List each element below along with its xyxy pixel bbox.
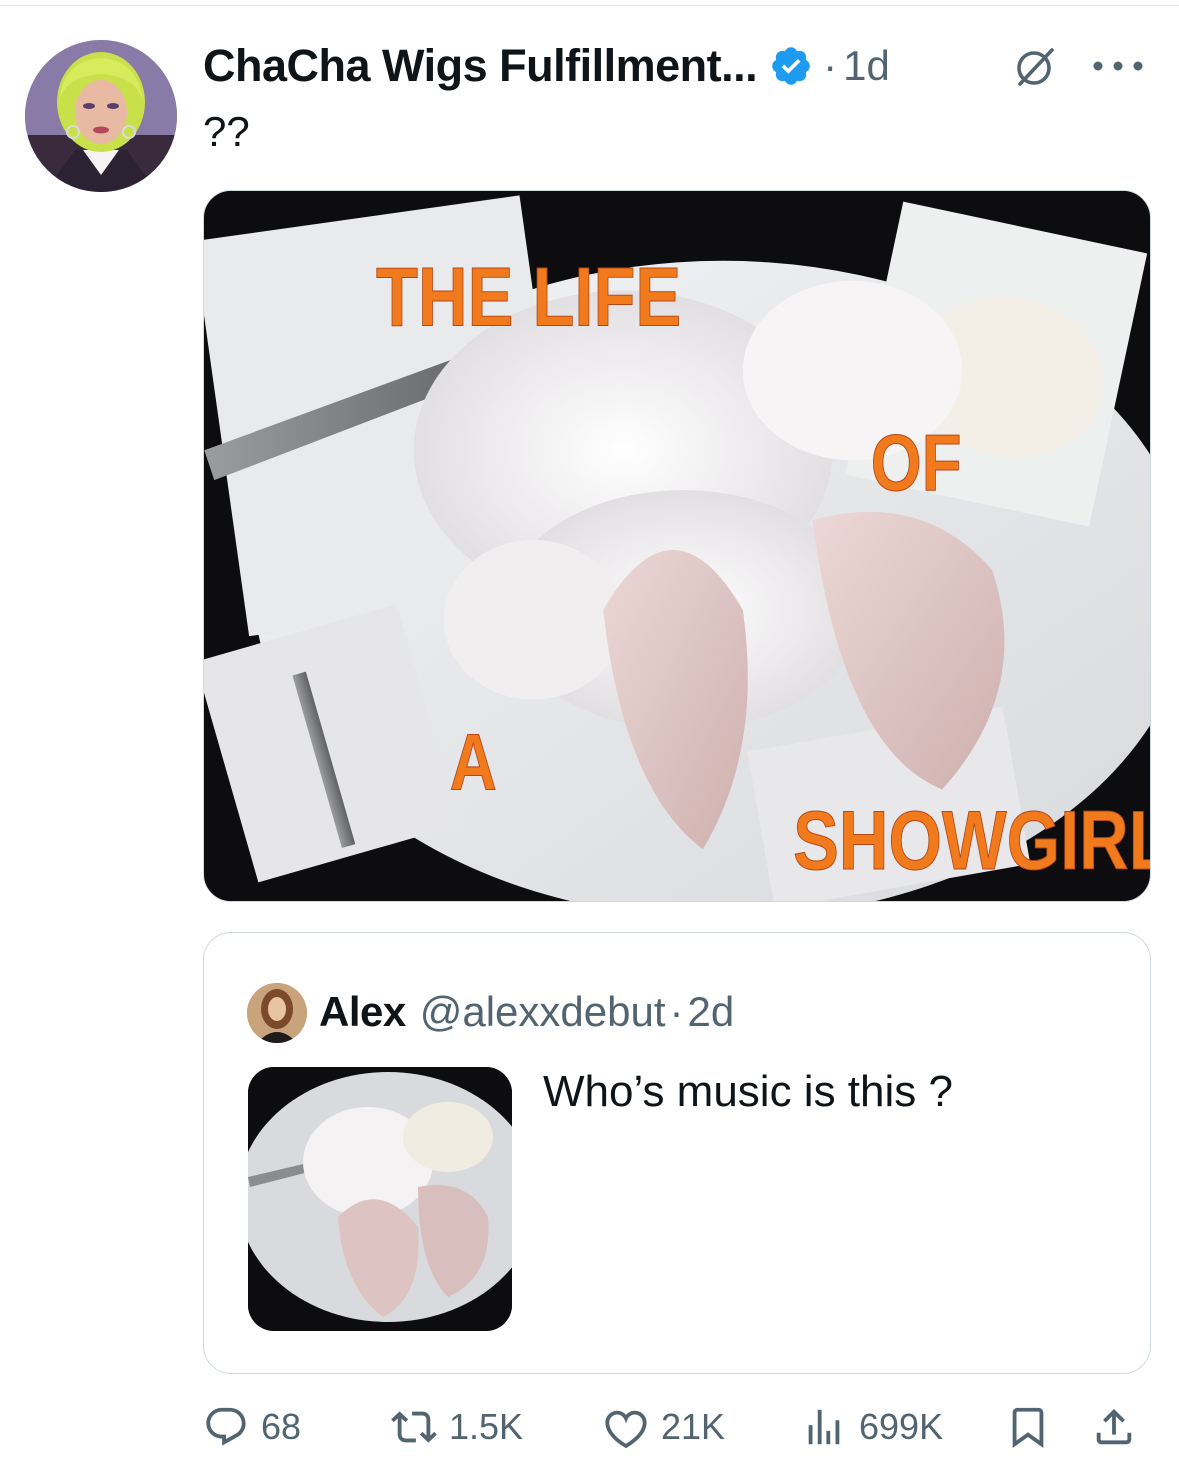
repost-icon bbox=[391, 1411, 437, 1443]
bookmark-icon bbox=[1012, 1407, 1044, 1448]
quoted-author-avatar[interactable] bbox=[247, 983, 307, 1043]
bookmark-button[interactable] bbox=[1005, 1396, 1051, 1458]
post-text: ?? bbox=[203, 108, 250, 155]
quoted-author-name[interactable]: Alex bbox=[319, 988, 406, 1036]
quoted-post-card[interactable]: Alex @alexxdebut · 2d Who’s music is thi… bbox=[203, 932, 1151, 1374]
top-divider bbox=[0, 5, 1179, 6]
like-icon bbox=[605, 1410, 647, 1449]
post-timestamp[interactable]: 1d bbox=[843, 42, 890, 90]
overlay-text-a: A bbox=[450, 718, 497, 807]
quoted-media-thumbnail[interactable] bbox=[248, 1067, 512, 1331]
post-media-image[interactable]: THE LIFE OF A SHOWGIRL bbox=[203, 190, 1151, 902]
grok-slash-icon[interactable] bbox=[1012, 44, 1058, 90]
author-display-name[interactable]: ChaCha Wigs Fulfillment... bbox=[203, 40, 758, 92]
post-action-bar: 68 1.5K 21K 699K bbox=[203, 1396, 1151, 1458]
repost-button[interactable]: 1.5K bbox=[391, 1396, 523, 1458]
views-button[interactable]: 699K bbox=[801, 1396, 943, 1458]
quoted-header-separator: · bbox=[669, 988, 684, 1035]
share-button[interactable] bbox=[1091, 1396, 1137, 1458]
author-avatar[interactable] bbox=[25, 40, 177, 192]
share-icon bbox=[1096, 1408, 1132, 1445]
author-avatar-image bbox=[25, 40, 177, 192]
views-icon bbox=[808, 1409, 840, 1445]
overlay-text-showgirl: SHOWGIRL bbox=[793, 795, 1150, 888]
reply-count: 68 bbox=[261, 1406, 302, 1447]
overlay-text-the-life: THE LIFE bbox=[376, 251, 681, 344]
reply-icon bbox=[206, 1407, 246, 1446]
more-dots-icon[interactable] bbox=[1090, 58, 1146, 74]
quoted-author-handle[interactable]: @alexxdebut bbox=[420, 988, 666, 1036]
post-header: ChaCha Wigs Fulfillment... · 1d bbox=[203, 40, 890, 92]
like-button[interactable]: 21K bbox=[603, 1396, 725, 1458]
verified-badge-icon[interactable] bbox=[769, 44, 813, 88]
quoted-post-text: Who’s music is this ? bbox=[543, 1067, 953, 1116]
quoted-post-timestamp[interactable]: 2d bbox=[688, 988, 735, 1036]
overlay-text-of: OF bbox=[871, 419, 962, 508]
quoted-post-header: Alex @alexxdebut · 2d bbox=[319, 985, 734, 1039]
like-count: 21K bbox=[661, 1406, 726, 1447]
views-count: 699K bbox=[859, 1406, 944, 1447]
reply-button[interactable]: 68 bbox=[203, 1396, 301, 1458]
header-separator: · bbox=[823, 42, 838, 89]
repost-count: 1.5K bbox=[449, 1406, 524, 1447]
